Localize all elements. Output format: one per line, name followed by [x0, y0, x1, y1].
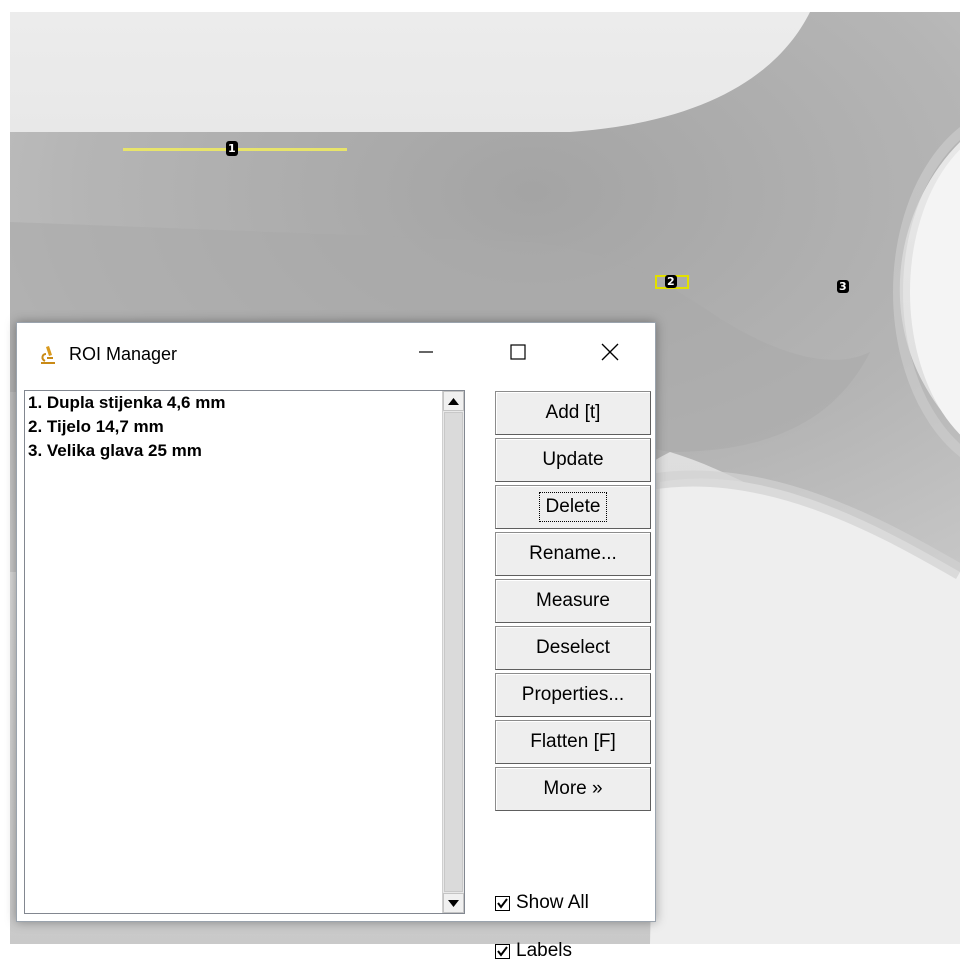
- scroll-thumb[interactable]: [444, 412, 463, 892]
- deselect-button[interactable]: Deselect: [495, 626, 651, 670]
- flatten-button[interactable]: Flatten [F]: [495, 720, 651, 764]
- update-button[interactable]: Update: [495, 438, 651, 482]
- roi-list-items: 1. Dupla stijenka 4,6 mm 2. Tijelo 14,7 …: [25, 391, 442, 463]
- window-client-area: 1. Dupla stijenka 4,6 mm 2. Tijelo 14,7 …: [21, 385, 653, 961]
- delete-button-label: Delete: [538, 492, 608, 522]
- triangle-up-icon: [448, 392, 459, 410]
- close-icon: [601, 343, 619, 366]
- checkmark-icon: [497, 897, 508, 909]
- add-button[interactable]: Add [t]: [495, 391, 651, 435]
- minimize-icon: [419, 345, 433, 364]
- roi-2-label: 2: [665, 275, 677, 288]
- scroll-up-button[interactable]: [443, 391, 464, 411]
- roi-1-label: 1: [226, 141, 238, 156]
- list-item-roi-1[interactable]: 1. Dupla stijenka 4,6 mm: [25, 391, 442, 415]
- close-button[interactable]: [587, 333, 633, 375]
- delete-button[interactable]: Delete: [495, 485, 651, 529]
- minimize-button[interactable]: [403, 333, 449, 375]
- list-item-roi-2[interactable]: 2. Tijelo 14,7 mm: [25, 415, 442, 439]
- properties-button[interactable]: Properties...: [495, 673, 651, 717]
- list-item-roi-3[interactable]: 3. Velika glava 25 mm: [25, 439, 442, 463]
- roi-manager-window[interactable]: ROI Manager 1. Dupla stijenka 4,6 mm 2. …: [16, 322, 656, 961]
- list-scrollbar[interactable]: [442, 391, 464, 913]
- more-button[interactable]: More »: [495, 767, 651, 811]
- maximize-button[interactable]: [495, 333, 541, 375]
- maximize-icon: [510, 343, 526, 365]
- measure-button[interactable]: Measure: [495, 579, 651, 623]
- microscope-icon: [39, 345, 57, 365]
- rename-button[interactable]: Rename...: [495, 532, 651, 576]
- scroll-down-button[interactable]: [443, 893, 464, 913]
- labels-checkbox[interactable]: [495, 943, 510, 959]
- roi-3-label: 3: [837, 280, 849, 293]
- triangle-down-icon: [448, 894, 459, 912]
- labels-label: Labels: [516, 940, 572, 961]
- roi-list[interactable]: 1. Dupla stijenka 4,6 mm 2. Tijelo 14,7 …: [24, 390, 465, 914]
- checkmark-icon: [497, 945, 508, 957]
- show-all-checkbox-row[interactable]: Show All: [495, 889, 589, 917]
- window-title: ROI Manager: [69, 344, 178, 364]
- show-all-label: Show All: [516, 892, 589, 913]
- button-panel: Add [t] Update Delete Rename... Measure …: [495, 391, 653, 814]
- window-titlebar[interactable]: ROI Manager: [17, 323, 655, 385]
- labels-checkbox-row[interactable]: Labels: [495, 937, 572, 965]
- show-all-checkbox[interactable]: [495, 895, 510, 911]
